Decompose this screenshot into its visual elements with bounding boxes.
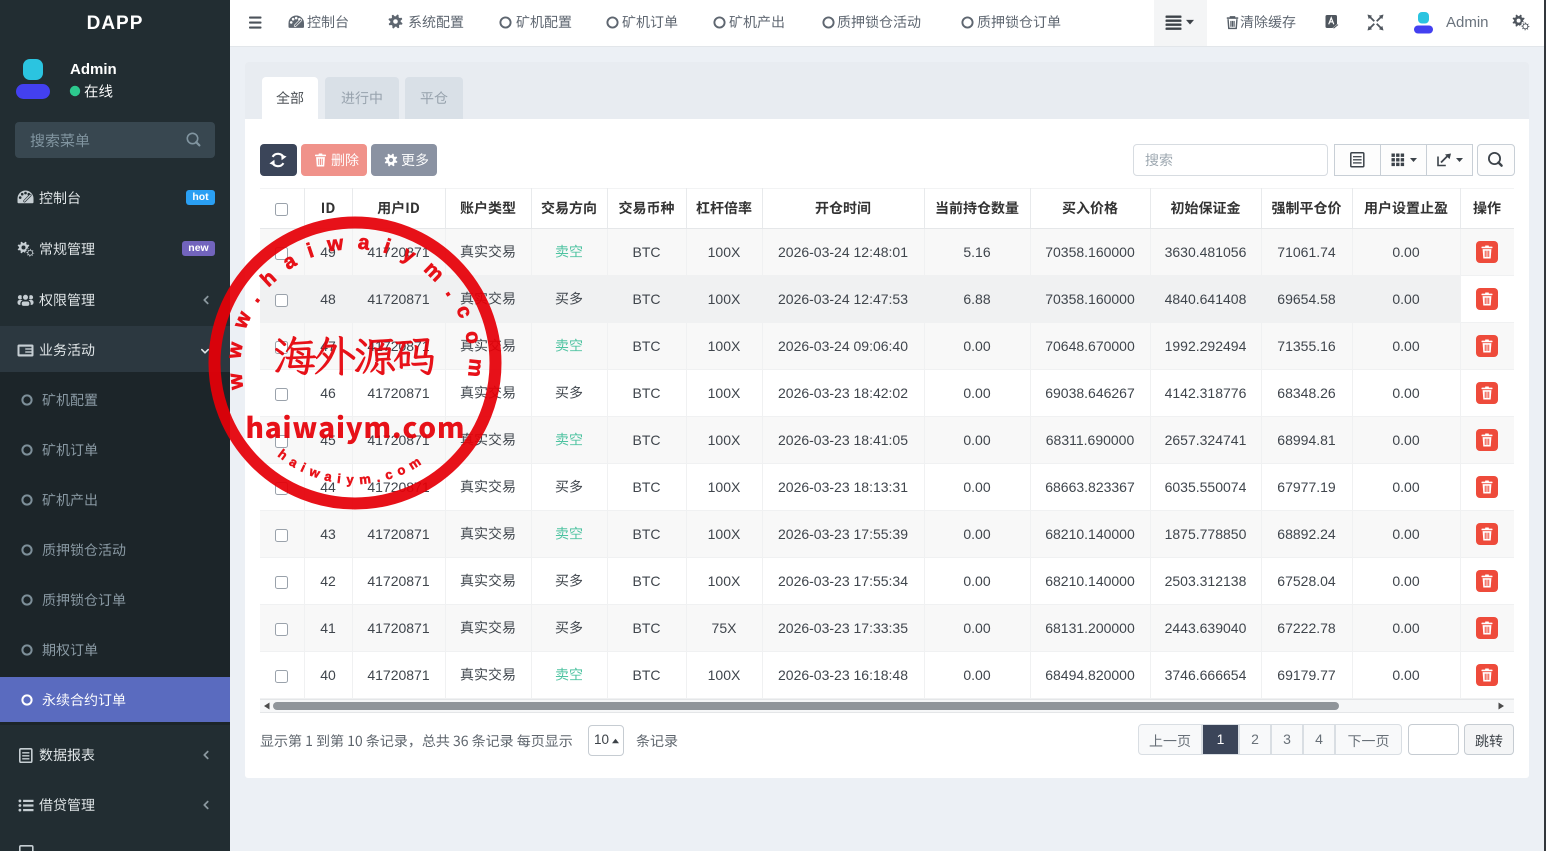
svg-text:haiwaiym.com: haiwaiym.com (275, 446, 428, 487)
